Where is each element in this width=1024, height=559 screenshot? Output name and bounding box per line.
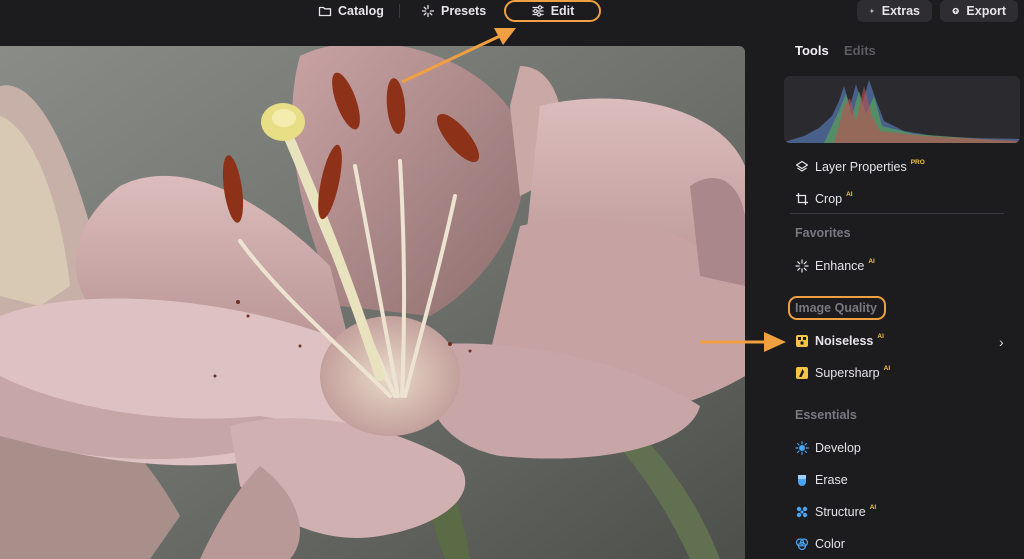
- export-icon: [952, 7, 959, 15]
- favorites-heading: Favorites: [795, 226, 851, 240]
- catalog-label: Catalog: [338, 4, 384, 18]
- tab-tools[interactable]: Tools: [795, 43, 829, 58]
- export-button[interactable]: Export: [940, 0, 1018, 22]
- crop-item[interactable]: Crop AI: [795, 190, 853, 208]
- image-quality-heading: Image Quality: [795, 301, 877, 315]
- develop-item[interactable]: Develop: [795, 439, 861, 457]
- color-icon: [795, 537, 809, 551]
- ai-badge: AI: [877, 332, 884, 340]
- presets-label: Presets: [441, 4, 487, 18]
- tools-panel: Tools Edits Layer Properties PRO Crop AI…: [770, 24, 1024, 559]
- edit-tab[interactable]: Edit: [504, 0, 601, 22]
- ai-badge: AI: [846, 190, 853, 198]
- export-label: Export: [966, 4, 1006, 18]
- supersharp-item[interactable]: Supersharp AI: [795, 364, 890, 382]
- histogram: [784, 76, 1020, 143]
- presets-tab[interactable]: Presets: [421, 0, 486, 22]
- extras-label: Extras: [881, 4, 920, 18]
- ai-badge: AI: [868, 257, 875, 265]
- develop-icon: [795, 441, 809, 455]
- enhance-item[interactable]: Enhance AI: [795, 257, 875, 275]
- divider: [790, 213, 1004, 214]
- layers-icon: [795, 160, 809, 174]
- ai-badge: AI: [883, 364, 891, 372]
- folder-icon: [318, 6, 332, 17]
- essentials-heading: Essentials: [795, 408, 857, 422]
- structure-item[interactable]: Structure AI: [795, 503, 876, 521]
- enhance-icon: [795, 259, 809, 273]
- develop-label: Develop: [815, 441, 861, 455]
- crop-label: Crop: [815, 192, 843, 206]
- enhance-label: Enhance: [815, 259, 865, 273]
- erase-item[interactable]: Erase: [795, 471, 848, 489]
- chevron-right-icon[interactable]: ›: [999, 334, 1004, 350]
- ai-badge: AI: [869, 503, 877, 511]
- noiseless-icon: [795, 334, 809, 348]
- top-toolbar: Catalog Presets Edit Extras Export: [0, 0, 1024, 24]
- color-item[interactable]: Color: [795, 535, 845, 553]
- erase-label: Erase: [815, 473, 848, 487]
- crop-icon: [795, 192, 809, 206]
- pro-badge: PRO: [910, 158, 925, 166]
- catalog-tab[interactable]: Catalog: [318, 0, 384, 22]
- supersharp-icon: [795, 366, 809, 380]
- noiseless-label: Noiseless: [815, 334, 874, 348]
- structure-icon: [795, 505, 809, 519]
- lily-photo: [0, 46, 745, 559]
- tab-edits[interactable]: Edits: [844, 43, 876, 58]
- layer-properties-item[interactable]: Layer Properties PRO: [795, 158, 925, 176]
- sliders-icon: [532, 5, 544, 17]
- layer-properties-label: Layer Properties: [815, 160, 907, 174]
- photo-canvas[interactable]: [0, 46, 745, 559]
- extras-button[interactable]: Extras: [857, 0, 932, 22]
- toolbar-divider: [399, 4, 400, 18]
- noiseless-item[interactable]: Noiseless AI: [795, 332, 884, 350]
- star-icon: [869, 8, 875, 14]
- edit-label: Edit: [550, 4, 575, 18]
- color-label: Color: [815, 537, 845, 551]
- structure-label: Structure: [815, 505, 866, 519]
- erase-icon: [795, 473, 809, 487]
- sparkle-icon: [421, 4, 435, 18]
- supersharp-label: Supersharp: [815, 366, 880, 380]
